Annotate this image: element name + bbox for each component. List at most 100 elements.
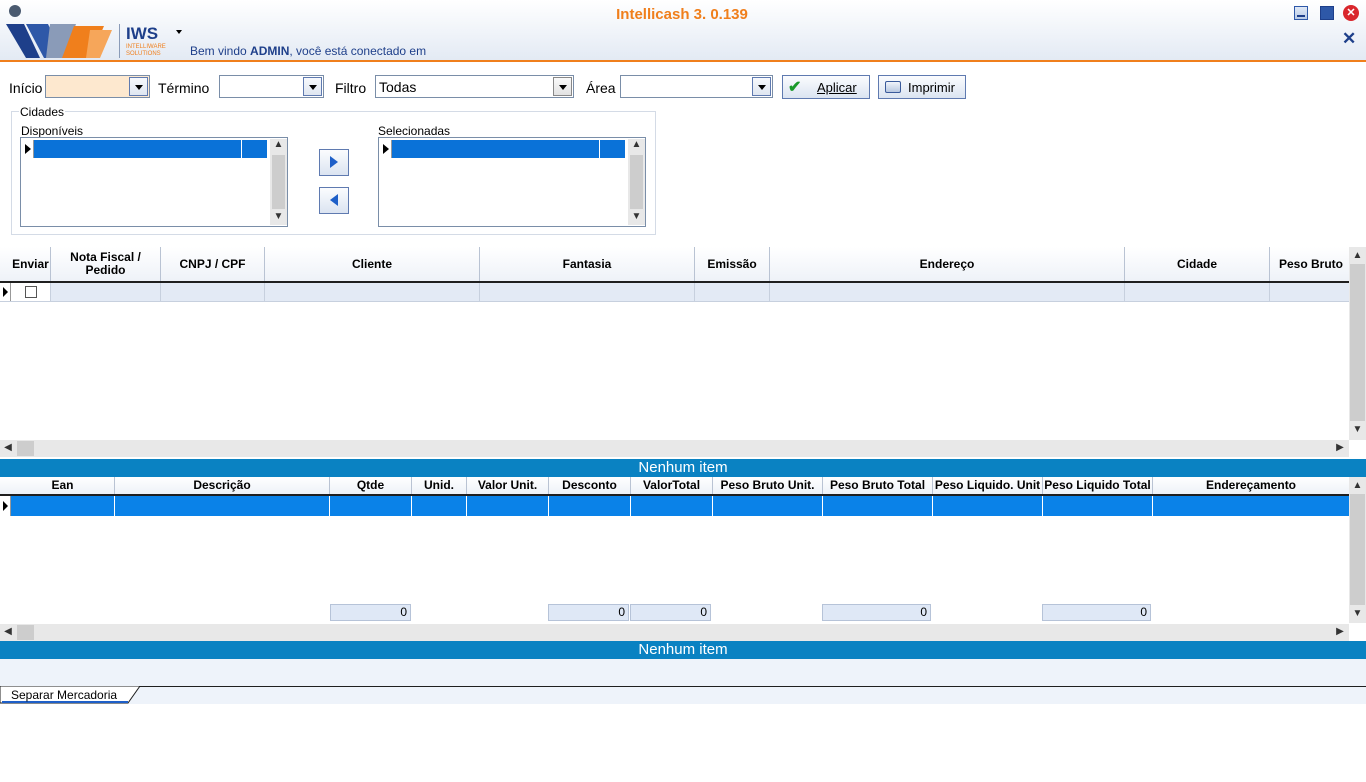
- scroll-up-icon[interactable]: ▲: [628, 139, 645, 153]
- table-cell: [770, 283, 1125, 301]
- column-header-enderecamento[interactable]: Endereçamento: [1153, 477, 1349, 494]
- column-header-valor-total[interactable]: ValorTotal: [631, 477, 713, 494]
- column-header-desconto[interactable]: Desconto: [549, 477, 631, 494]
- column-header-peso-liquido-unit[interactable]: Peso Liquido. Unit: [933, 477, 1043, 494]
- table-cell: [1043, 496, 1153, 516]
- available-city-row[interactable]: [34, 140, 267, 158]
- column-header-emissao[interactable]: Emissão: [695, 247, 770, 281]
- start-date-label: Início: [9, 80, 43, 96]
- available-cities-grid[interactable]: ▲ ▼: [20, 137, 288, 227]
- available-label: Disponíveis: [21, 124, 84, 138]
- items-status-banner: Nenhum item: [0, 641, 1366, 659]
- table-cell: [11, 496, 115, 516]
- column-header-enviar[interactable]: Enviar: [11, 247, 51, 281]
- scroll-up-icon[interactable]: ▲: [270, 139, 287, 153]
- scroll-up-icon[interactable]: ▲: [1349, 477, 1366, 494]
- column-header-peso-bruto-total[interactable]: Peso Bruto Total: [823, 477, 933, 494]
- orders-vscrollbar[interactable]: ▲ ▼: [1349, 247, 1366, 440]
- send-checkbox[interactable]: [25, 286, 37, 298]
- chevron-down-icon[interactable]: [553, 77, 572, 96]
- column-header-endereco[interactable]: Endereço: [770, 247, 1125, 281]
- checkmark-icon: ✔: [788, 79, 802, 96]
- orders-row[interactable]: [0, 283, 1349, 302]
- move-left-button[interactable]: [319, 187, 349, 214]
- total-desconto: 0: [548, 604, 629, 621]
- scroll-thumb[interactable]: [272, 155, 285, 209]
- column-header-peso-bruto[interactable]: Peso Bruto: [1270, 247, 1352, 281]
- scroll-right-icon[interactable]: ▶: [1334, 442, 1346, 454]
- column-header-qtde[interactable]: Qtde: [330, 477, 412, 494]
- logo-menu-chevron-icon[interactable]: [176, 30, 182, 34]
- scroll-down-icon[interactable]: ▼: [1349, 605, 1366, 622]
- close-app-icon[interactable]: ✕: [1343, 5, 1359, 21]
- scroll-down-icon[interactable]: ▼: [628, 211, 645, 225]
- scroll-down-icon[interactable]: ▼: [1349, 421, 1366, 438]
- available-scrollbar[interactable]: ▲ ▼: [270, 139, 287, 225]
- move-right-button[interactable]: [319, 149, 349, 176]
- send-cell: [11, 283, 51, 301]
- end-date-picker[interactable]: [219, 75, 324, 98]
- start-date-picker[interactable]: [45, 75, 150, 98]
- total-peso-liquido: 0: [1042, 604, 1151, 621]
- close-form-icon[interactable]: ✕: [1342, 30, 1356, 48]
- selected-label: Selecionadas: [378, 124, 451, 138]
- items-vscrollbar[interactable]: ▲ ▼: [1349, 477, 1366, 623]
- scroll-thumb[interactable]: [17, 625, 34, 640]
- scroll-thumb[interactable]: [1350, 264, 1365, 421]
- column-header-valor-unit[interactable]: Valor Unit.: [467, 477, 549, 494]
- tab-separar-mercadoria-label: Separar Mercadoria: [11, 688, 118, 702]
- table-cell: [115, 496, 330, 516]
- chevron-down-icon[interactable]: [129, 77, 148, 96]
- scroll-thumb[interactable]: [17, 441, 34, 456]
- items-grid[interactable]: Ean Descrição Qtde Unid. Valor Unit. Des…: [0, 477, 1366, 641]
- table-cell: [467, 496, 549, 516]
- column-header-cnpj[interactable]: CNPJ / CPF: [161, 247, 265, 281]
- table-cell: [330, 496, 412, 516]
- column-header-cidade[interactable]: Cidade: [1125, 247, 1270, 281]
- chevron-down-icon[interactable]: [303, 77, 322, 96]
- scroll-up-icon[interactable]: ▲: [1349, 247, 1366, 264]
- row-indicator-icon: [0, 496, 11, 516]
- column-header-cliente[interactable]: Cliente: [265, 247, 480, 281]
- row-indicator-icon: [22, 140, 34, 158]
- table-cell: [265, 283, 480, 301]
- column-header-nota-fiscal[interactable]: Nota Fiscal / Pedido: [51, 247, 161, 281]
- area-label: Área: [586, 80, 616, 96]
- table-cell: [695, 283, 770, 301]
- arrow-left-icon: [330, 194, 338, 206]
- items-hscrollbar[interactable]: ◀ ▶: [0, 624, 1349, 641]
- column-header-ean[interactable]: Ean: [11, 477, 115, 494]
- items-row[interactable]: [0, 496, 1349, 516]
- orders-grid[interactable]: Enviar Nota Fiscal / Pedido CNPJ / CPF C…: [0, 247, 1366, 458]
- table-cell: [412, 496, 467, 516]
- welcome-suffix: , você está conectado em: [289, 44, 427, 58]
- total-valor-total: 0: [630, 604, 711, 621]
- column-header-peso-liquido-total[interactable]: Peso Liquido Total: [1043, 477, 1153, 494]
- maximize-icon[interactable]: [1320, 6, 1334, 20]
- iws-logo: [4, 2, 120, 60]
- scroll-thumb[interactable]: [1350, 494, 1365, 605]
- tab-separar-mercadoria[interactable]: Separar Mercadoria: [0, 686, 145, 704]
- chevron-down-icon[interactable]: [752, 77, 771, 96]
- scroll-down-icon[interactable]: ▼: [270, 211, 287, 225]
- scroll-right-icon[interactable]: ▶: [1334, 626, 1346, 638]
- scroll-left-icon[interactable]: ◀: [2, 442, 14, 454]
- column-header-fantasia[interactable]: Fantasia: [480, 247, 695, 281]
- scroll-left-icon[interactable]: ◀: [2, 626, 14, 638]
- selected-scrollbar[interactable]: ▲ ▼: [628, 139, 645, 225]
- minimize-icon[interactable]: [1294, 6, 1308, 20]
- title-bar: IWS INTELLIWARE SOLUTIONS Intellicash 3.…: [0, 0, 1366, 62]
- column-header-peso-bruto-unit[interactable]: Peso Bruto Unit.: [713, 477, 823, 494]
- area-select[interactable]: [620, 75, 773, 98]
- print-button[interactable]: Imprimir: [878, 75, 966, 99]
- column-header-unid[interactable]: Unid.: [412, 477, 467, 494]
- apply-button[interactable]: ✔ Aplicar: [782, 75, 870, 99]
- filter-select[interactable]: Todas: [375, 75, 574, 98]
- selected-cities-grid[interactable]: ▲ ▼: [378, 137, 646, 227]
- orders-hscrollbar[interactable]: ◀ ▶: [0, 440, 1349, 457]
- items-grid-header: Ean Descrição Qtde Unid. Valor Unit. Des…: [0, 477, 1349, 496]
- window-title: Intellicash 3. 0.139: [616, 6, 748, 23]
- selected-city-row[interactable]: [392, 140, 625, 158]
- column-header-descricao[interactable]: Descrição: [115, 477, 330, 494]
- scroll-thumb[interactable]: [630, 155, 643, 209]
